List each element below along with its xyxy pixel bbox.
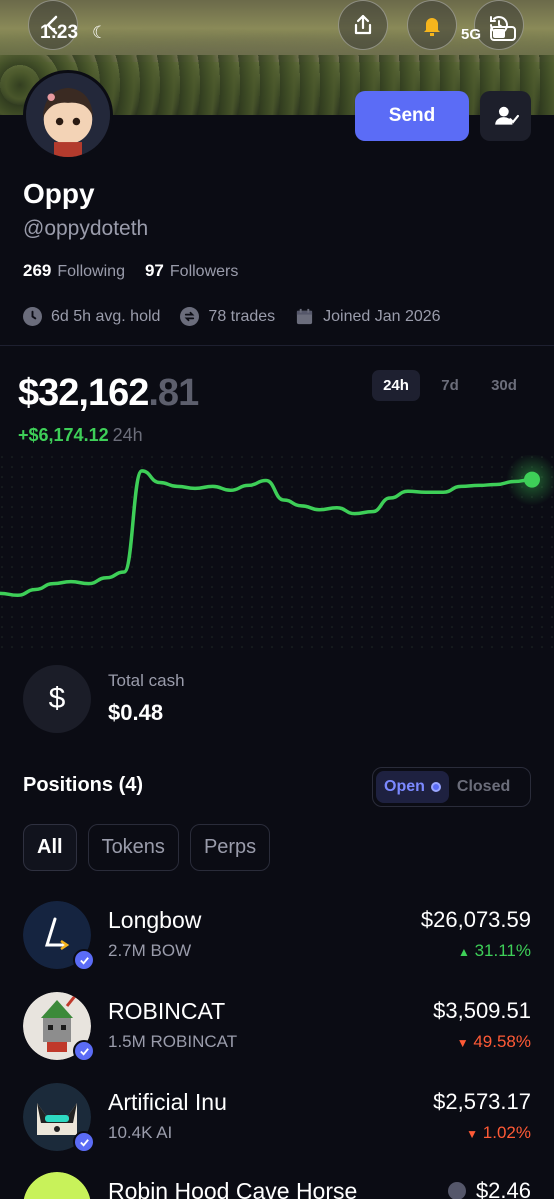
position-name: ROBINCAT [108,998,226,1024]
following-count: 269 [23,261,52,280]
down-arrow-icon: ▼ [466,1127,479,1141]
battery-icon [490,26,516,41]
position-row[interactable]: Robin Hood Cave Horse $2.46 [23,1172,531,1199]
positions-toggle: Open Closed [372,767,531,807]
profile-name: Oppy [23,178,95,209]
divider [0,345,554,346]
position-value-text: $2.46 [475,1178,531,1199]
range-tabs: 24h 7d 30d [372,370,534,401]
position-value: $2.46 [447,1178,531,1199]
status-time: 1:23 [40,22,79,43]
position-quantity: 1.5M ROBINCAT [108,1032,238,1051]
position-change: ▼ 49.58% [457,1032,531,1052]
swap-icon [180,307,200,326]
position-name: Longbow [108,907,202,933]
network-indicator: 5G [461,26,482,43]
verified-icon [73,1040,95,1062]
cave-horse-logo [23,1172,91,1199]
followers-link[interactable]: 97 Followers [145,261,238,281]
share-icon [354,14,372,35]
portfolio-balance: $32,162.81 [18,372,199,415]
followers-label: Followers [169,263,239,280]
position-value: $2,573.17 [433,1089,531,1114]
verified-icon [73,1131,95,1153]
position-change-value: 31.11% [474,941,531,960]
cash-value: $0.48 [108,700,164,725]
toggle-closed[interactable]: Closed [449,771,518,803]
follow-stats: 269 Following 97 Followers [23,261,238,281]
position-value: $3,509.51 [433,998,531,1023]
positions-title: Positions (4) [23,774,144,796]
up-arrow-icon: ▲ [457,945,470,959]
follow-icon [494,106,519,125]
position-change-value: 1.02% [482,1123,531,1142]
range-tab-24h[interactable]: 24h [372,370,420,401]
position-row[interactable]: Artificial Inu 10.4K AI $2,573.17 ▼ 1.02… [23,1083,531,1153]
following-link[interactable]: 269 Following [23,261,125,281]
portfolio-change: +$6,174.12 24h [18,425,143,446]
avatar [23,70,113,160]
range-tab-30d[interactable]: 30d [480,370,528,401]
position-row[interactable]: Longbow 2.7M BOW $26,073.59 ▲ 31.11% [23,901,531,971]
follow-button[interactable] [480,91,531,141]
position-row[interactable]: ROBINCAT 1.5M ROBINCAT $3,509.51 ▼ 49.58… [23,992,531,1062]
calendar-icon [295,307,314,326]
position-change-value: 49.58% [473,1032,531,1051]
following-label: Following [57,263,125,280]
verified-icon [73,949,95,971]
change-amount: +$6,174.12 [18,425,109,445]
balance-cents: .81 [148,372,199,414]
avg-hold: 6d 5h avg. hold [51,307,161,325]
send-button[interactable]: Send [355,91,469,141]
position-value: $26,073.59 [420,907,531,932]
position-quantity: 10.4K AI [108,1123,173,1142]
open-indicator [430,782,441,792]
position-change: ▼ 1.02% [466,1123,531,1143]
chart-current-point [524,471,540,488]
cash-label: Total cash [108,671,185,690]
notifications-button[interactable] [407,0,457,50]
filter-tokens[interactable]: Tokens [87,824,179,871]
position-name: Artificial Inu [108,1089,227,1115]
profile-handle: @oppydoteth [23,217,149,240]
followers-count: 97 [144,261,164,280]
history-button[interactable] [474,0,524,50]
share-button[interactable] [338,0,388,50]
dollar-icon: $ [23,665,91,733]
joined-date: Joined Jan 2026 [323,307,441,325]
range-tab-7d[interactable]: 7d [426,370,474,401]
toggle-open-label: Open [384,778,425,795]
filter-all[interactable]: All [23,824,77,871]
pending-icon [447,1182,466,1199]
balance-main: $32,162 [18,372,149,414]
down-arrow-icon: ▼ [456,1036,469,1050]
bell-icon [424,18,440,36]
clock-icon [23,307,42,326]
position-filters: All Tokens Perps [23,824,281,871]
moon-icon: ☾ [92,23,108,42]
trader-stats: 6d 5h avg. hold 78 trades Joined Jan 202… [23,307,461,326]
toggle-open[interactable]: Open [376,771,449,803]
position-quantity: 2.7M BOW [108,941,192,960]
change-period: 24h [112,425,143,445]
position-change: ▲ 31.11% [458,941,531,961]
trade-count: 78 trades [208,307,276,325]
filter-perps[interactable]: Perps [189,824,271,871]
portfolio-chart[interactable] [0,455,554,655]
position-name: Robin Hood Cave Horse [108,1178,358,1199]
